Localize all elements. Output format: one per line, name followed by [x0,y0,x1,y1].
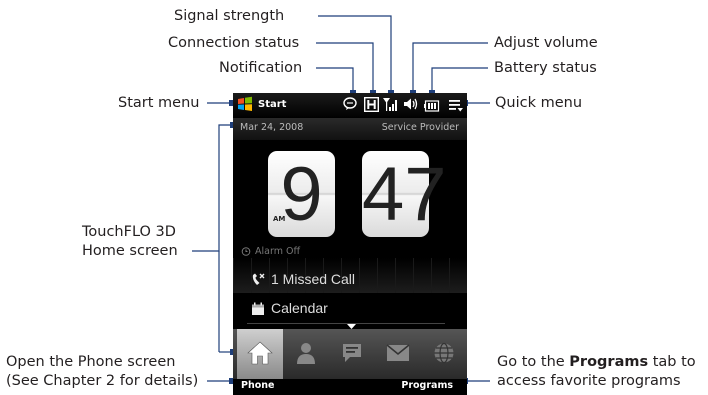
battery-icon[interactable] [424,100,441,112]
phone-screen: Start Mar 24, 2008 Service Provider 9 AM… [233,93,467,395]
programs-callout-line1: Go to the Programs tab to [497,354,696,370]
tab-internet[interactable] [421,329,467,379]
phone-callout-line1: Open the Phone screen [6,354,176,370]
notification-label: Notification [219,60,303,76]
email-icon [386,344,410,361]
contacts-icon [297,343,315,364]
softkey-programs[interactable]: Programs [401,380,453,391]
home-icon [247,341,273,365]
alarm-status-text[interactable]: Alarm Off [255,246,300,257]
clock-minute: 47 [362,152,447,237]
windows-flag-icon[interactable] [237,96,253,112]
start-menu-label: Start menu [118,95,200,111]
alarm-clock-icon [241,247,251,256]
tab-home[interactable] [237,329,283,379]
signal-strength-icon[interactable] [383,97,397,112]
missed-call-label: 1 Missed Call [271,271,356,287]
home-screen-label-line2: Home screen [82,243,178,259]
connection-status-icon[interactable] [364,97,379,112]
softkey-bar: Phone Programs [233,379,467,395]
tab-people[interactable] [283,329,329,379]
start-menu-button[interactable]: Start [258,99,286,110]
tab-email[interactable] [375,329,421,379]
phone-callout-line2: (See Chapter 2 for details) [6,373,199,389]
clock-ampm: AM [273,215,286,223]
service-provider-text: Service Provider [381,122,459,133]
calendar-row[interactable]: Calendar [233,297,467,323]
date-text: Mar 24, 2008 [240,122,304,133]
list-divider [247,323,445,324]
tab-bar [233,329,467,379]
clock-hour-card[interactable]: 9 AM [268,151,335,237]
missed-call-icon [252,273,265,285]
calendar-label: Calendar [271,300,328,316]
notification-icon[interactable] [343,97,357,111]
status-bar: Start [233,93,467,118]
programs-callout-line2: access favorite programs [497,373,681,389]
battery-status-label: Battery status [494,60,597,76]
internet-icon [434,342,454,364]
volume-icon[interactable] [403,97,418,111]
adjust-volume-label: Adjust volume [494,35,598,51]
softkey-phone[interactable]: Phone [241,380,274,391]
calendar-icon [252,302,264,315]
quick-menu-label: Quick menu [495,95,583,111]
missed-call-row[interactable]: 1 Missed Call [233,267,467,295]
tab-messages[interactable] [329,329,375,379]
quick-menu-icon[interactable] [449,99,463,112]
clock-minute-card[interactable]: 47 [362,151,447,237]
clock-hour: 9 [280,152,323,237]
connection-status-label: Connection status [168,35,300,51]
signal-strength-label: Signal strength [174,8,285,24]
home-screen-label-line1: TouchFLO 3D [82,224,176,240]
messages-icon [343,344,361,362]
